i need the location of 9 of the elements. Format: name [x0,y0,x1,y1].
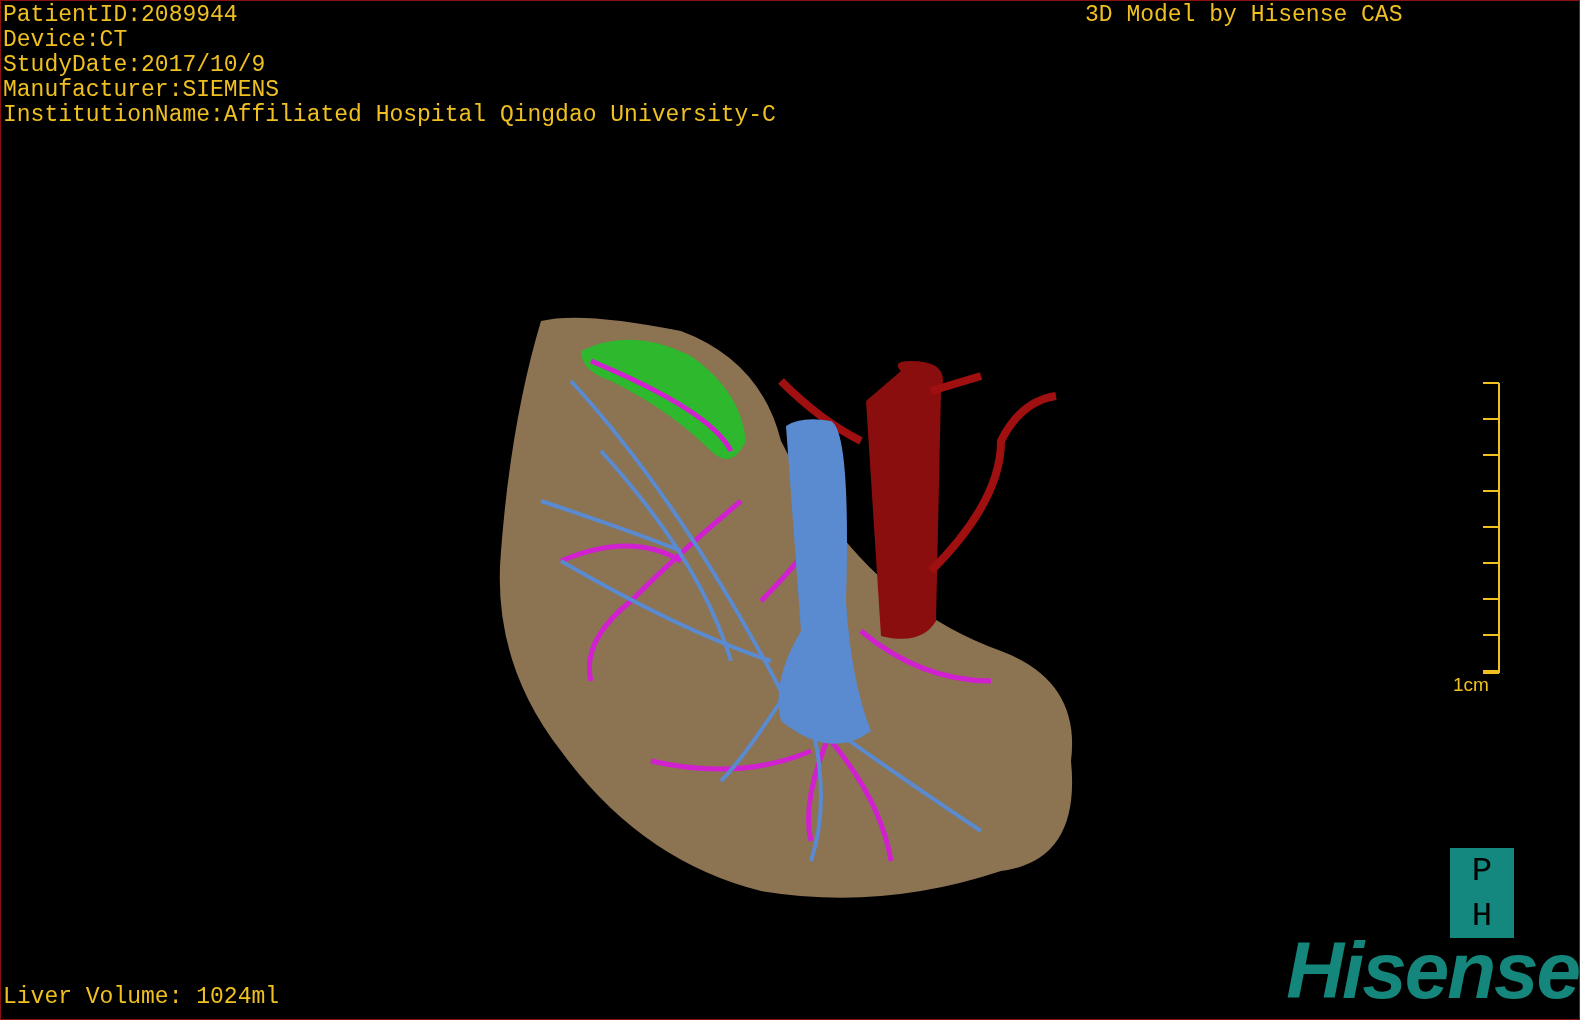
model-title: 3D Model by Hisense CAS [1085,3,1403,28]
scale-label: 1cm [1453,674,1489,696]
patient-info-text: InstitutionName:Affiliated Hospital Qingdao University-C [3,103,776,128]
patient-info-text: Device:CT [3,28,129,53]
patient-info-text: Manufacturer:SIEMENS [3,78,281,103]
liver-volume-text: Liver Volume: 1024ml [3,985,280,1010]
patient-info-text: StudyDate:2017/10/9 [3,53,267,78]
orientation-letter: P [1471,852,1493,889]
patient-info-text: PatientID:2089944 [3,3,239,28]
